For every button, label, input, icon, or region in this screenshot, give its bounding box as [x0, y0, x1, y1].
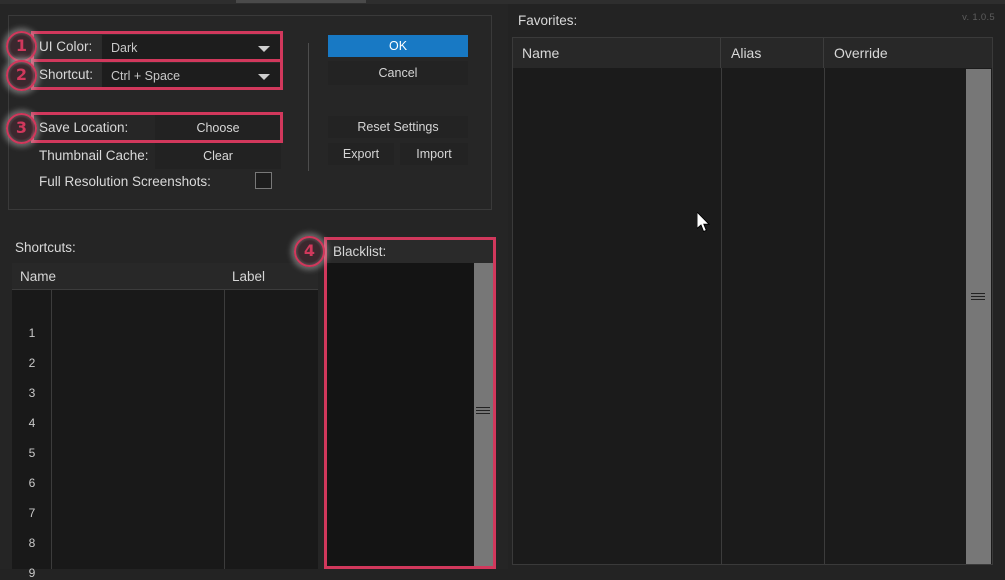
table-row[interactable]: 5: [12, 446, 52, 460]
table-row[interactable]: 1: [12, 326, 52, 340]
blacklist-scrollbar[interactable]: [474, 263, 493, 566]
favorites-section-label: Favorites:: [518, 13, 578, 28]
annotation-marker-1: 1: [6, 31, 37, 62]
favorites-panel: Favorites: v. 1.0.5 Name Alias Override: [508, 4, 1005, 569]
table-row[interactable]: 8: [12, 536, 52, 550]
favorites-alias-separator: [824, 68, 825, 564]
thumbnail-cache-label: Thumbnail Cache:: [39, 148, 149, 163]
full-resolution-screenshots-label: Full Resolution Screenshots:: [39, 174, 211, 189]
ui-color-label: UI Color:: [33, 34, 107, 60]
ok-button[interactable]: OK: [328, 35, 468, 57]
version-label: v. 1.0.5: [962, 12, 995, 23]
thumbnail-cache-row: Thumbnail Cache: Clear: [33, 143, 281, 169]
group-divider: [308, 43, 309, 171]
shortcuts-column-label[interactable]: Label: [224, 263, 318, 290]
shortcuts-table: Name Label 1 2 3 4 5 6 7 8 9: [12, 263, 318, 580]
shortcuts-table-body[interactable]: 1 2 3 4 5 6 7 8 9: [12, 290, 318, 580]
save-location-choose-button[interactable]: Choose: [155, 115, 281, 141]
ui-color-value: Dark: [111, 41, 138, 55]
ui-color-combobox[interactable]: Dark: [101, 34, 281, 60]
favorites-table: Name Alias Override: [512, 37, 993, 565]
favorites-table-header: Name Alias Override: [513, 38, 992, 69]
table-row[interactable]: 9: [12, 566, 52, 580]
favorites-table-body[interactable]: [513, 68, 992, 564]
shortcut-label: Shortcut:: [33, 62, 107, 88]
annotation-marker-4: 4: [294, 236, 325, 267]
blacklist-listbox[interactable]: [327, 263, 493, 566]
import-button[interactable]: Import: [400, 143, 468, 165]
blacklist-scrollbar-grip[interactable]: [476, 405, 490, 416]
table-row[interactable]: 6: [12, 476, 52, 490]
ui-color-row: UI Color: Dark: [33, 34, 281, 60]
table-row[interactable]: 4: [12, 416, 52, 430]
favorites-name-separator: [721, 68, 722, 564]
shortcut-value: Ctrl + Space: [111, 69, 181, 83]
blacklist-panel: Blacklist:: [324, 237, 496, 569]
favorites-column-name[interactable]: Name: [513, 38, 721, 68]
save-location-row: Save Location: Choose: [33, 115, 281, 141]
chevron-down-icon: [258, 74, 270, 80]
reset-settings-button[interactable]: Reset Settings: [328, 116, 468, 138]
mouse-pointer-icon: [697, 212, 711, 233]
annotation-marker-3: 3: [6, 113, 37, 144]
shortcut-combobox[interactable]: Ctrl + Space: [101, 62, 281, 88]
shortcuts-column-name[interactable]: Name: [12, 263, 224, 290]
window-titlebar-highlight: [236, 0, 366, 3]
favorites-scrollbar-grip[interactable]: [971, 291, 985, 302]
favorites-column-override[interactable]: Override: [825, 38, 992, 68]
annotation-marker-2: 2: [6, 60, 37, 91]
save-location-label: Save Location:: [39, 120, 129, 135]
full-resolution-screenshots-checkbox[interactable]: [255, 172, 272, 189]
favorites-scrollbar[interactable]: [966, 69, 991, 564]
left-panel: UI Color: Dark Shortcut: Ctrl + Space Sa…: [0, 4, 508, 580]
table-row[interactable]: 3: [12, 386, 52, 400]
blacklist-section-label: Blacklist:: [327, 240, 493, 263]
table-row[interactable]: 7: [12, 506, 52, 520]
full-resolution-screenshots-row: Full Resolution Screenshots:: [33, 169, 283, 195]
chevron-down-icon: [258, 46, 270, 52]
shortcuts-column-separator: [224, 290, 225, 569]
table-row[interactable]: 2: [12, 356, 52, 370]
shortcut-row: Shortcut: Ctrl + Space: [33, 62, 281, 88]
shortcuts-section-label: Shortcuts:: [15, 240, 76, 255]
favorites-column-alias[interactable]: Alias: [722, 38, 824, 68]
export-button[interactable]: Export: [328, 143, 394, 165]
thumbnail-cache-clear-button[interactable]: Clear: [155, 143, 281, 169]
cancel-button[interactable]: Cancel: [328, 61, 468, 85]
